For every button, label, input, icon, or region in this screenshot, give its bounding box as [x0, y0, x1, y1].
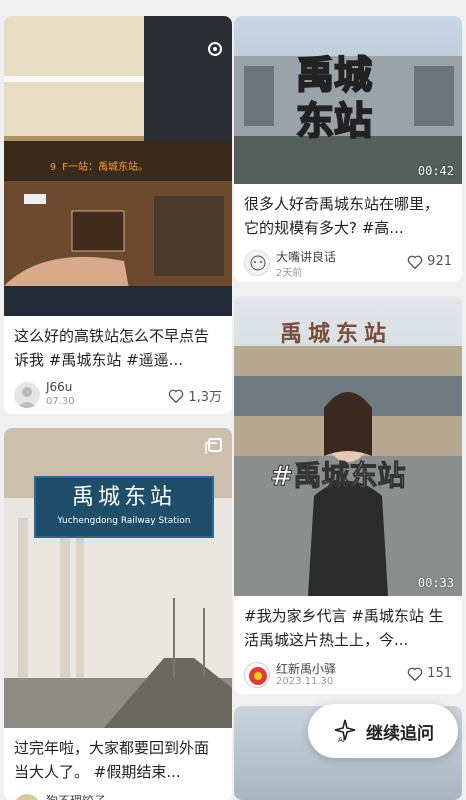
author-name[interactable]: 大嘴讲良话 — [276, 248, 336, 265]
station-sign-text: 禹城东站 — [71, 485, 176, 510]
post-date: 2023.11.30 — [276, 676, 334, 687]
overlay-sign-text: 9 F一站：禹城东站。 — [50, 162, 149, 173]
feed-card[interactable]: 禹城 东站 00:42 很多人好奇禹城东站在哪里，它的规模有多大? #高... … — [234, 16, 462, 282]
big-title-line-2: 东站 — [295, 99, 373, 143]
heart-icon — [407, 667, 423, 681]
avatar[interactable] — [14, 382, 40, 408]
video-duration: 00:42 — [417, 164, 454, 178]
like-button[interactable]: 151 — [407, 666, 452, 681]
continue-ask-button[interactable]: AI 继续追问 — [308, 704, 458, 758]
sketch-face-icon — [250, 255, 266, 271]
avatar[interactable] — [244, 250, 270, 276]
hashtag-overlay: #禹城东站 — [269, 459, 406, 493]
card-image[interactable]: 禹城 东站 00:42 — [234, 16, 462, 184]
card-meta: J66u 07.30 1,3万 — [4, 374, 232, 414]
feed-card[interactable]: 禹城东站 Yuchengdong Railway Station 过完年啦，大家… — [4, 428, 232, 800]
author-name[interactable]: 红新禹小驿 — [276, 660, 336, 677]
post-date: 2天前 — [276, 268, 303, 279]
ai-sparkle-icon: AI — [334, 719, 356, 744]
author-name[interactable]: J66u — [46, 380, 72, 394]
video-duration: 00:33 — [417, 576, 454, 590]
avatar[interactable] — [244, 662, 270, 688]
author-name[interactable]: 狗不理饺子 — [46, 792, 106, 800]
card-image[interactable]: 禹城东站 #禹城东站 00:33 — [234, 296, 462, 596]
station-sign: 禹城东站 Yuchengdong Railway Station — [34, 476, 214, 538]
heart-icon — [407, 255, 423, 269]
continue-ask-label: 继续追问 — [366, 723, 434, 744]
card-image[interactable]: 禹城东站 Yuchengdong Railway Station — [4, 428, 232, 728]
station-sign-text: 禹城东站 — [280, 322, 393, 347]
card-meta: 大嘴讲良话 2天前 921 — [234, 242, 462, 282]
heart-icon — [168, 389, 184, 403]
like-button[interactable]: 1,3万 — [168, 386, 222, 405]
red-logo-icon — [249, 667, 267, 685]
user-placeholder-icon — [17, 387, 37, 408]
live-photo-icon — [208, 42, 222, 56]
feed-card[interactable]: 禹城东站 #禹城东站 00:33 #我为家乡代言 #禹城东站 生活禹城这片热土上… — [234, 296, 462, 694]
card-title[interactable]: 过完年啦，大家都要回到外面当大人了。 #假期结束... — [4, 728, 232, 786]
post-date: 07.30 — [46, 396, 75, 407]
feed-card[interactable]: 9 F一站：禹城东站。 这么好的高铁站怎么不早点告诉我 #禹城东站 #遥遥...… — [4, 16, 232, 414]
like-count: 921 — [427, 254, 452, 269]
avatar[interactable] — [14, 794, 40, 800]
like-button[interactable]: 921 — [407, 254, 452, 269]
card-title[interactable]: 很多人好奇禹城东站在哪里，它的规模有多大? #高... — [234, 184, 462, 242]
gallery-icon — [205, 438, 222, 454]
card-meta: 红新禹小驿 2023.11.30 151 — [234, 654, 462, 694]
card-meta: 狗不理饺子 — [4, 786, 232, 800]
card-image[interactable]: 9 F一站：禹城东站。 — [4, 16, 232, 316]
card-title[interactable]: 这么好的高铁站怎么不早点告诉我 #禹城东站 #遥遥... — [4, 316, 232, 374]
like-count: 151 — [427, 666, 452, 681]
platform-illustration — [4, 428, 232, 728]
svg-text:AI: AI — [338, 736, 345, 744]
card-title[interactable]: #我为家乡代言 #禹城东站 生活禹城这片热土上，今... — [234, 596, 462, 654]
like-count: 1,3万 — [188, 390, 222, 405]
station-sign-subtitle: Yuchengdong Railway Station — [57, 516, 191, 526]
big-title-line-1: 禹城 — [295, 53, 373, 97]
